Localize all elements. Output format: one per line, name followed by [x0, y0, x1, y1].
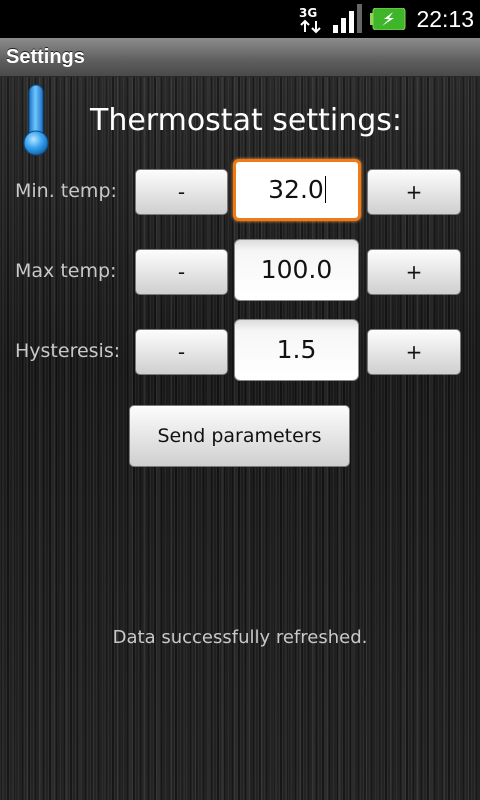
hysteresis-increment-button[interactable]: + [367, 329, 461, 375]
max-temp-input[interactable]: 100.0 [234, 239, 359, 301]
thermometer-icon [23, 84, 49, 156]
send-parameters-label: Send parameters [157, 425, 322, 447]
increment-label: + [405, 180, 423, 204]
send-parameters-button[interactable]: Send parameters [129, 405, 350, 467]
3g-data-icon: 3G [296, 4, 326, 34]
min-temp-decrement-button[interactable]: - [135, 169, 228, 215]
min-temp-input[interactable]: 32.0 [233, 159, 361, 221]
hysteresis-label: Hysteresis: [15, 340, 121, 362]
min-temp-label: Min. temp: [15, 180, 117, 202]
hysteresis-input[interactable]: 1.5 [234, 319, 359, 381]
decrement-label: - [177, 180, 186, 204]
signal-strength-icon [333, 4, 362, 33]
max-temp-increment-button[interactable]: + [367, 249, 461, 295]
max-temp-label: Max temp: [15, 260, 117, 282]
battery-charging-icon [370, 8, 406, 30]
max-temp-value: 100.0 [260, 255, 333, 284]
status-bar: 3G 22:13 [0, 0, 480, 38]
screen-title: Settings [6, 46, 85, 68]
min-temp-value: 32.0 [268, 175, 324, 204]
decrement-label: - [177, 340, 186, 364]
settings-panel: Thermostat settings: Min. temp: - 32.0 +… [0, 77, 480, 800]
clock-time: 22:13 [416, 6, 474, 32]
hysteresis-value: 1.5 [276, 335, 317, 364]
hysteresis-decrement-button[interactable]: - [135, 329, 228, 375]
increment-label: + [405, 340, 423, 364]
decrement-label: - [177, 260, 186, 284]
text-cursor [324, 175, 326, 203]
increment-label: + [405, 260, 423, 284]
page-heading: Thermostat settings: [90, 103, 402, 138]
max-temp-decrement-button[interactable]: - [135, 249, 228, 295]
svg-text:3G: 3G [299, 6, 317, 20]
status-message: Data successfully refreshed. [112, 627, 368, 648]
min-temp-increment-button[interactable]: + [367, 169, 461, 215]
title-bar: Settings [0, 38, 480, 77]
